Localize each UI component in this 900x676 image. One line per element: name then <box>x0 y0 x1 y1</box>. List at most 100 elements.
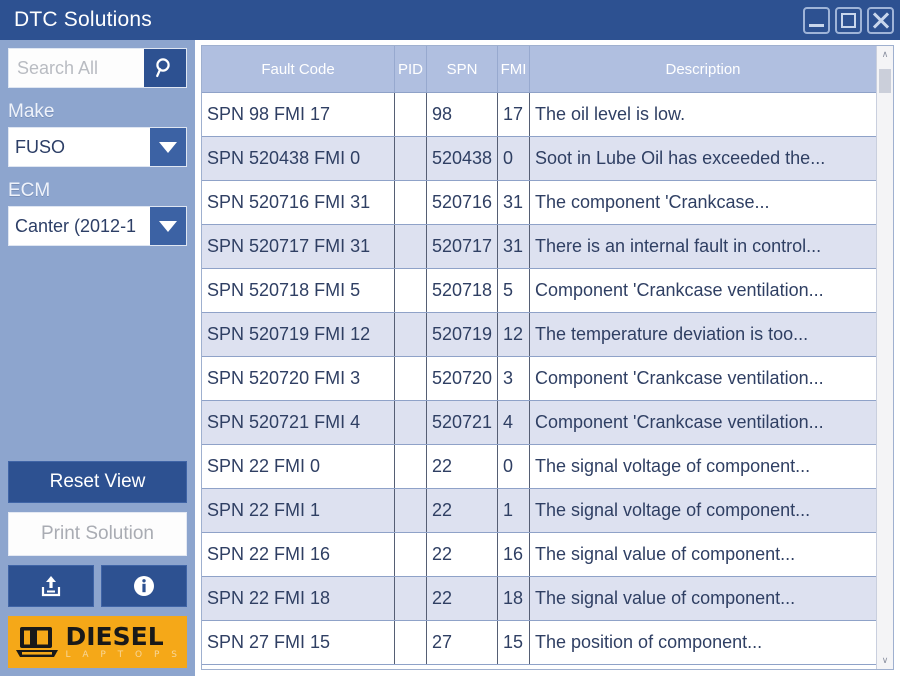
table-row[interactable]: SPN 22 FMI 16 22 16 The signal value of com… <box>202 533 876 577</box>
scrollbar-track[interactable] <box>877 63 893 652</box>
cell-fault-code: SPN 520720 FMI 3 <box>202 357 395 400</box>
column-header-spn[interactable]: SPN <box>427 46 498 92</box>
fault-code-grid: Fault Code PID SPN FMI Description SPN 9… <box>201 45 894 670</box>
table-row[interactable]: SPN 22 FMI 18 22 18 The signal value of com… <box>202 577 876 621</box>
cell-fmi: 16 <box>498 533 530 576</box>
ecm-dropdown-toggle[interactable] <box>150 207 186 245</box>
cell-pid <box>395 401 427 444</box>
grid-body: SPN 98 FMI 17 98 17 The oil level is low. SP… <box>202 93 876 669</box>
minimize-icon <box>809 23 824 27</box>
logo-text: DIESEL L A P T O P S <box>66 624 182 660</box>
cell-spn: 22 <box>427 489 498 532</box>
cell-fault-code: SPN 98 FMI 17 <box>202 93 395 136</box>
table-row[interactable]: SPN 22 FMI 1 22 1 The signal voltage of com… <box>202 489 876 533</box>
table-row[interactable]: SPN 22 FMI 0 22 0 The signal voltage of com… <box>202 445 876 489</box>
minimize-button[interactable] <box>803 6 830 34</box>
chevron-down-icon <box>159 141 177 153</box>
reset-view-button[interactable]: Reset View <box>8 461 187 503</box>
window-title: DTC Solutions <box>14 7 152 31</box>
cell-fmi: 4 <box>498 401 530 444</box>
cell-description: Component 'Crankcase ventilation... <box>535 280 824 300</box>
cell-spn: 22 <box>427 533 498 576</box>
cell-description: The signal value of component... <box>535 588 796 608</box>
cell-fmi: 1 <box>498 489 530 532</box>
info-icon <box>134 576 154 596</box>
grid-with-scrollbar: Fault Code PID SPN FMI Description SPN 9… <box>202 46 893 669</box>
cell-description: Component 'Crankcase ventilation... <box>535 368 824 388</box>
cell-fmi: 3 <box>498 357 530 400</box>
close-button[interactable] <box>867 6 894 34</box>
column-header-fmi[interactable]: FMI <box>498 46 530 92</box>
column-header-pid[interactable]: PID <box>395 46 427 92</box>
grid-header-row: Fault Code PID SPN FMI Description <box>202 46 876 93</box>
results-panel: Fault Code PID SPN FMI Description SPN 9… <box>195 40 900 676</box>
search-input[interactable] <box>9 49 144 87</box>
info-button[interactable] <box>101 565 187 607</box>
upload-button[interactable] <box>8 565 94 607</box>
cell-spn: 22 <box>427 577 498 620</box>
cell-pid <box>395 357 427 400</box>
search-bar <box>8 48 187 88</box>
sidebar: Make FUSO ECM Canter (2012-1 Reset View … <box>0 40 195 676</box>
cell-description: The temperature deviation is too... <box>535 324 809 344</box>
make-dropdown-toggle[interactable] <box>150 128 186 166</box>
cell-description: The oil level is low. <box>535 104 686 124</box>
cell-spn: 520717 <box>427 225 498 268</box>
table-row[interactable]: SPN 98 FMI 17 98 17 The oil level is low. <box>202 93 876 137</box>
maximize-button[interactable] <box>835 6 862 34</box>
search-button[interactable] <box>144 49 186 87</box>
cell-fmi: 5 <box>498 269 530 312</box>
scrollbar-thumb[interactable] <box>879 69 891 93</box>
laptop-icon <box>15 627 58 657</box>
cell-fault-code: SPN 22 FMI 0 <box>202 445 395 488</box>
column-header-description[interactable]: Description <box>530 46 876 92</box>
cell-fault-code: SPN 27 FMI 15 <box>202 621 395 664</box>
table-row[interactable]: SPN 520718 FMI 5 520718 5 Component 'Crankc… <box>202 269 876 313</box>
cell-fault-code: SPN 520718 FMI 5 <box>202 269 395 312</box>
table-row[interactable]: SPN 520717 FMI 31 520717 31 There is an int… <box>202 225 876 269</box>
make-select[interactable]: FUSO <box>8 127 187 167</box>
cell-fault-code: SPN 520721 FMI 4 <box>202 401 395 444</box>
cell-spn: 520718 <box>427 269 498 312</box>
ecm-select[interactable]: Canter (2012-1 <box>8 206 187 246</box>
cell-fmi: 15 <box>498 621 530 664</box>
cell-fault-code: SPN 22 FMI 16 <box>202 533 395 576</box>
cell-fault-code: SPN 520438 FMI 0 <box>202 137 395 180</box>
cell-description: There is an internal fault in control... <box>535 236 822 256</box>
table-row[interactable]: SPN 520716 FMI 31 520716 31 The component '… <box>202 181 876 225</box>
make-value: FUSO <box>15 136 66 157</box>
table-row[interactable]: SPN 520720 FMI 3 520720 3 Component 'Crankc… <box>202 357 876 401</box>
cell-spn: 22 <box>427 445 498 488</box>
dtc-solutions-window: DTC Solutions Search All Make FUSO ECM C… <box>0 0 900 676</box>
table-row[interactable]: SPN 520719 FMI 12 520719 12 The temperature… <box>202 313 876 357</box>
diesel-laptops-logo: DIESEL L A P T O P S <box>8 616 187 668</box>
cell-pid <box>395 93 427 136</box>
title-bar: DTC Solutions <box>0 0 900 40</box>
cell-pid <box>395 137 427 180</box>
column-header-fault-code[interactable]: Fault Code <box>202 46 395 92</box>
table-row[interactable]: SPN 520438 FMI 0 520438 0 Soot in Lube Oil … <box>202 137 876 181</box>
cell-spn: 520720 <box>427 357 498 400</box>
cell-description: Soot in Lube Oil has exceeded the... <box>535 148 826 168</box>
cell-fmi: 0 <box>498 445 530 488</box>
cell-spn: 520716 <box>427 181 498 224</box>
cell-pid <box>395 621 427 664</box>
maximize-icon <box>841 12 856 28</box>
upload-icon <box>41 576 61 597</box>
vertical-scrollbar[interactable]: ∧ ∨ <box>876 46 893 669</box>
scroll-up-button[interactable]: ∧ <box>877 46 894 63</box>
logo-sub-text: L A P T O P S <box>65 650 182 660</box>
table-row[interactable]: SPN 27 FMI 15 27 15 The position of compone… <box>202 621 876 665</box>
chevron-down-icon <box>159 220 177 232</box>
search-icon <box>156 58 170 78</box>
cell-pid <box>395 577 427 620</box>
scroll-down-button[interactable]: ∨ <box>877 652 894 669</box>
cell-spn: 520721 <box>427 401 498 444</box>
cell-description: The signal voltage of component... <box>535 456 811 476</box>
table-row[interactable]: SPN 520721 FMI 4 520721 4 Component 'Crankc… <box>202 401 876 445</box>
cell-pid <box>395 533 427 576</box>
cell-description: The component 'Crankcase... <box>535 192 770 212</box>
cell-fault-code: SPN 22 FMI 18 <box>202 577 395 620</box>
cell-pid <box>395 181 427 224</box>
